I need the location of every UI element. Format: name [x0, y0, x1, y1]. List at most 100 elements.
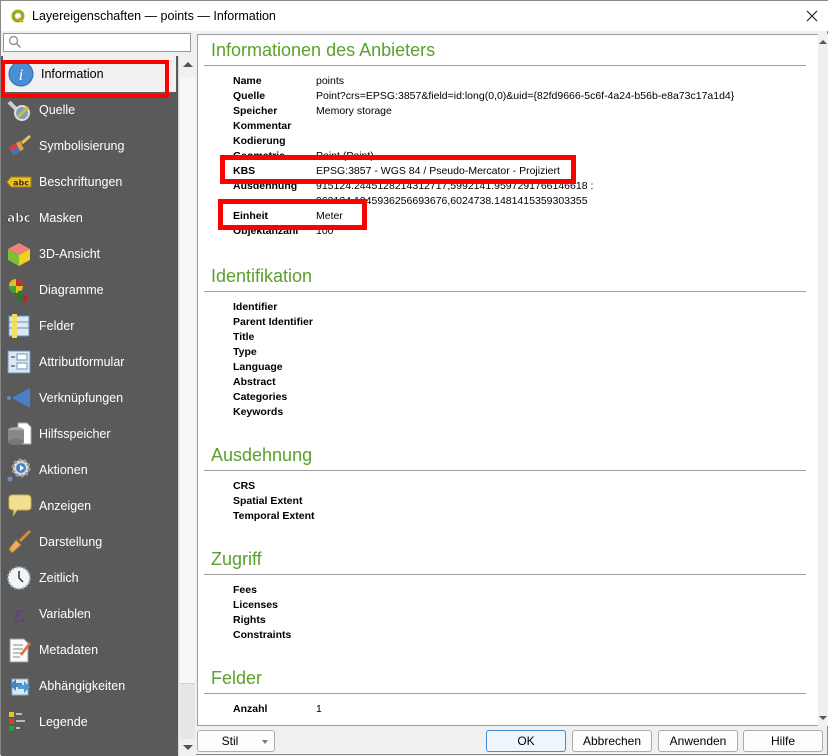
fields-section: Felder Anzahl 1 [198, 663, 818, 717]
info-key: Einheit [233, 210, 269, 222]
info-key: Constraints [233, 629, 292, 641]
info-value: 915124.2445128214312717,5992141.95972917… [316, 180, 594, 207]
info-row: Kommentar [233, 119, 818, 134]
info-row: Categories [233, 390, 818, 405]
sidebar-item-diagramme[interactable]: Diagramme [1, 272, 178, 308]
info-key: Rights [233, 614, 266, 626]
sidebar-item-symbolisierung[interactable]: Symbolisierung [1, 128, 178, 164]
info-row: Fees [233, 583, 818, 598]
rendering-brush-icon [5, 528, 33, 556]
sidebar-item-label: Beschriftungen [39, 175, 123, 189]
info-row: Abstract [233, 375, 818, 390]
info-value: points [316, 75, 345, 87]
sidebar-item-abhängigkeiten[interactable]: Abhängigkeiten [1, 668, 178, 704]
actions-gear-icon [5, 456, 33, 484]
scroll-down-arrow-icon[interactable] [819, 716, 827, 720]
sidebar-item-label: Attributformular [39, 355, 125, 369]
chevron-down-icon [262, 740, 268, 744]
info-row: Identifier [233, 300, 818, 315]
sidebar-item-label: Information [41, 67, 104, 81]
section-heading: Zugriff [211, 549, 262, 569]
sidebar-item-anzeigen[interactable]: Anzeigen [1, 488, 178, 524]
sidebar-scrollbar[interactable] [178, 56, 196, 756]
cancel-button[interactable]: Abbrechen [572, 730, 652, 752]
sidebar-item-metadaten[interactable]: Metadaten [1, 632, 178, 668]
sidebar: i Information Quelle Symbolisierung abc Besch… [1, 32, 196, 756]
search-box[interactable] [3, 33, 191, 52]
svg-text:abc: abc [13, 179, 29, 188]
sidebar-item-3d-ansicht[interactable]: 3D-Ansicht [1, 236, 178, 272]
close-button[interactable] [801, 5, 823, 27]
ok-button[interactable]: OK [486, 730, 566, 752]
sidebar-item-label: Abhängigkeiten [39, 679, 126, 693]
extent-list: CRS Spatial Extent Temporal Extent [198, 471, 818, 524]
sidebar-list: i Information Quelle Symbolisierung abc Besch… [1, 56, 178, 756]
info-key: Categories [233, 391, 288, 403]
sidebar-item-label: Metadaten [39, 643, 99, 657]
sidebar-item-beschriftungen[interactable]: abc Beschriftungen [1, 164, 178, 200]
scroll-up-arrow-icon[interactable] [819, 40, 827, 44]
identification-list: Identifier Parent Identifier Title Type Lang… [198, 292, 818, 420]
close-icon [806, 10, 818, 22]
sidebar-item-aktionen[interactable]: Aktionen [1, 452, 178, 488]
sidebar-item-information[interactable]: i Information [3, 56, 176, 92]
info-row: Temporal Extent [233, 509, 818, 524]
content-scrollbar[interactable] [818, 34, 828, 726]
info-row: CRS [233, 479, 818, 494]
info-row: Quelle Point?crs=EPSG:3857&field=id:long(… [233, 89, 818, 104]
section-heading: Ausdehnung [211, 445, 313, 465]
sidebar-item-label: Legende [39, 715, 88, 729]
help-button[interactable]: Hilfe [743, 730, 823, 752]
info-value: Point?crs=EPSG:3857&field=id:long(0,0)&u… [316, 90, 735, 102]
sidebar-item-label: Diagramme [39, 283, 104, 297]
metadata-notepad-icon [5, 636, 33, 664]
search-input[interactable] [26, 35, 186, 50]
info-key: Anzahl [233, 703, 268, 715]
info-row: Parent Identifier [233, 315, 818, 330]
info-key: Licenses [233, 599, 278, 611]
metadata-panel: Informationen des Anbieters Name points Qu… [197, 34, 819, 726]
style-dropdown-button[interactable]: Stil [197, 730, 275, 752]
sidebar-item-masken[interactable]: abc Masken [1, 200, 178, 236]
sidebar-item-label: Aktionen [39, 463, 88, 477]
info-row: Rights [233, 613, 818, 628]
info-row: Type [233, 345, 818, 360]
sidebar-item-label: Quelle [39, 103, 76, 117]
info-value: Point (Point) [316, 150, 374, 162]
legend-icon [5, 708, 33, 736]
info-row: Objektanzahl 100 [233, 224, 818, 239]
sidebar-item-verknüpfungen[interactable]: Verknüpfungen [1, 380, 178, 416]
info-value: Memory storage [316, 105, 392, 117]
sidebar-item-label: Masken [39, 211, 83, 225]
sidebar-item-label: Variablen [39, 607, 91, 621]
info-key: Keywords [233, 406, 284, 418]
apply-button[interactable]: Anwenden [658, 730, 738, 752]
sidebar-scroll-thumb[interactable] [180, 78, 195, 684]
scroll-down-arrow-icon[interactable] [183, 745, 193, 750]
extent-section: Ausdehnung CRS Spatial Extent Temporal Ext… [198, 440, 818, 524]
scroll-up-arrow-icon[interactable] [183, 62, 193, 67]
sidebar-item-hilfsspeicher[interactable]: Hilfsspeicher [1, 416, 178, 452]
sidebar-scroll-track[interactable] [180, 684, 195, 739]
diagrams-icon [5, 276, 33, 304]
provider-section: Informationen des Anbieters Name points Qu… [198, 35, 818, 239]
info-row: Kodierung [233, 134, 818, 149]
info-value: 1 [316, 703, 322, 715]
info-icon: i [7, 60, 35, 88]
sidebar-item-variablen[interactable]: ε Variablen [1, 596, 178, 632]
sidebar-item-legende[interactable]: Legende [1, 704, 178, 740]
sidebar-item-darstellung[interactable]: Darstellung [1, 524, 178, 560]
joins-icon [5, 384, 33, 412]
sidebar-item-felder[interactable]: Felder [1, 308, 178, 344]
cube-3d-icon [5, 240, 33, 268]
info-key: CRS [233, 480, 256, 492]
sidebar-item-zeitlich[interactable]: Zeitlich [1, 560, 178, 596]
sidebar-item-label: Zeitlich [39, 571, 79, 585]
info-value: Meter [316, 210, 343, 222]
section-heading: Informationen des Anbieters [211, 40, 436, 60]
info-key: Fees [233, 584, 257, 596]
sidebar-item-attributformular[interactable]: Attributformular [1, 344, 178, 380]
provider-info-list: Name points Quelle Point?crs=EPSG:3857&fiel… [198, 66, 818, 239]
sidebar-item-quelle[interactable]: Quelle [1, 92, 178, 128]
section-heading: Felder [211, 668, 263, 688]
